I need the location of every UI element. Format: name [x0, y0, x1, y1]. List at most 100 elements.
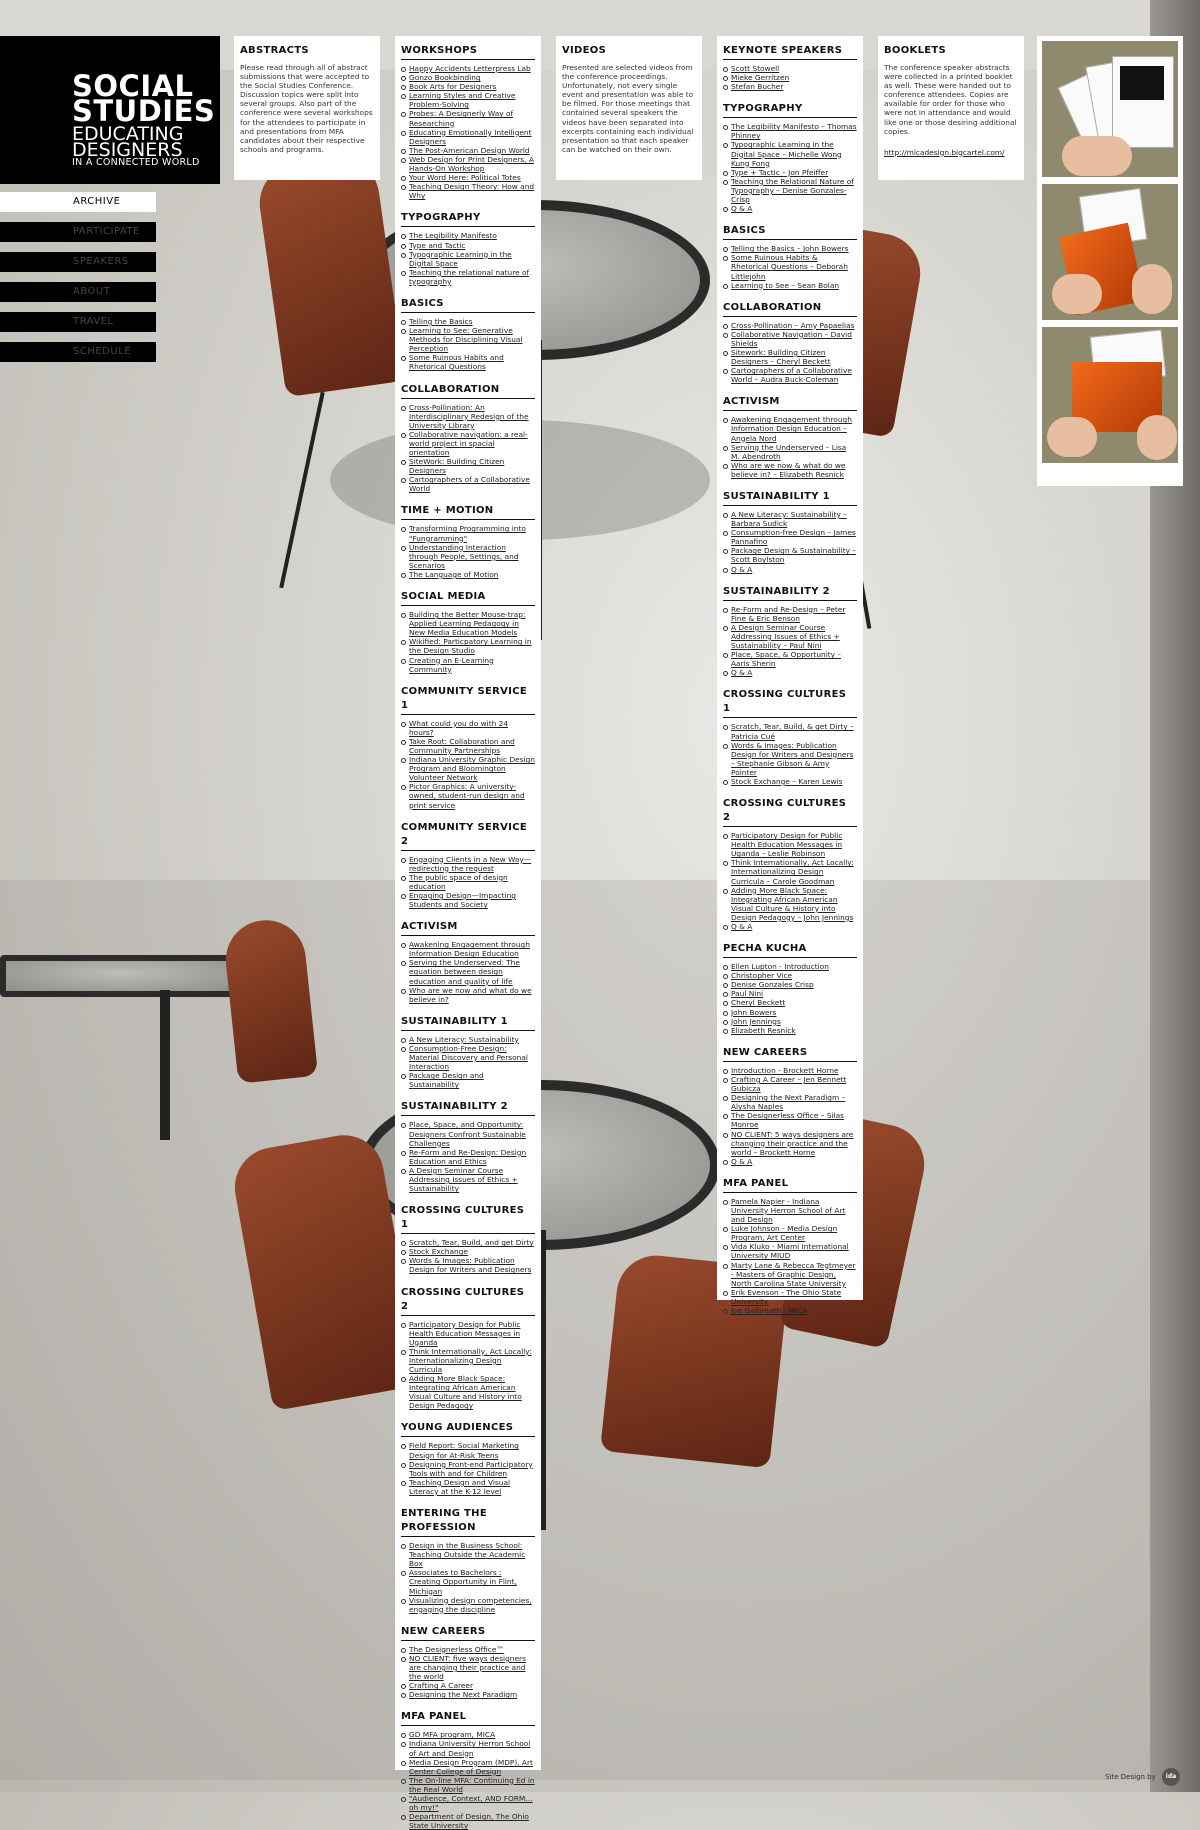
abstract-link[interactable]: Your Word Here: Political Totes [409, 173, 521, 182]
abstract-link[interactable]: Words & Images: Publication Design for W… [409, 1256, 531, 1274]
video-link[interactable]: Vida Kluko - Miami International Univers… [731, 1242, 849, 1260]
abstract-link[interactable]: The Designerless Office™ [409, 1645, 504, 1654]
abstract-link[interactable]: Collaborative navigation: a real-world p… [409, 430, 528, 457]
video-link[interactable]: Participatory Design for Public Health E… [731, 831, 842, 858]
abstract-link[interactable]: Web Design for Print Designers, A Hands-… [409, 155, 534, 173]
video-link[interactable]: Crafting A Career – Jen Bennett Gubicza [731, 1075, 846, 1093]
abstract-link[interactable]: Associates to Bachelors : Creating Oppor… [409, 1568, 517, 1595]
abstract-link[interactable]: SiteWork: Building Citizen Designers [409, 457, 504, 475]
abstract-link[interactable]: Think Internationally, Act Locally: Inte… [409, 1347, 532, 1374]
abstract-link[interactable]: Learning Styles and Creative Problem-Sol… [409, 91, 515, 109]
nav-item-archive[interactable]: ARCHIVE [0, 192, 156, 212]
video-link[interactable]: Q & A [731, 565, 752, 574]
video-link[interactable]: NO CLIENT: 5 ways designers are changing… [731, 1130, 853, 1157]
video-link[interactable]: Q & A [731, 1157, 752, 1166]
video-link[interactable]: Q & A [731, 668, 752, 677]
abstract-link[interactable]: Serving the Underserved: The equation be… [409, 958, 520, 985]
abstract-link[interactable]: Who are we now and what do we believe in… [409, 986, 532, 1004]
abstract-link[interactable]: The On-line MFA: Continuing Ed in the Re… [409, 1776, 535, 1794]
abstract-link[interactable]: Gonzo Bookbinding [409, 73, 481, 82]
video-link[interactable]: Who are we now & what do we believe in? … [731, 461, 845, 479]
abstract-link[interactable]: Telling the Basics [409, 317, 473, 326]
abstract-link[interactable]: Re-Form and Re-Design: Design Education … [409, 1148, 526, 1166]
video-link[interactable]: Pamela Napier - Indiana University Herro… [731, 1197, 845, 1224]
video-link[interactable]: Scott Stowell [731, 64, 779, 73]
abstract-link[interactable]: The Legibility Manifesto [409, 231, 497, 240]
abstract-link[interactable]: Place, Space, and Opportunity: Designers… [409, 1120, 526, 1147]
abstract-link[interactable]: Designing the Next Paradigm [409, 1690, 517, 1699]
video-link[interactable]: Marty Lane & Rebecca Tegtmeyer - Masters… [731, 1261, 856, 1288]
video-link[interactable]: Sitework: Building Citizen Designers – C… [731, 348, 831, 366]
nav-item-schedule[interactable]: SCHEDULE [0, 342, 156, 362]
abstract-link[interactable]: Participatory Design for Public Health E… [409, 1320, 520, 1347]
abstract-link[interactable]: GD MFA program, MICA [409, 1730, 495, 1739]
abstract-link[interactable]: Building the Better Mouse-trap: Applied … [409, 610, 525, 637]
abstract-link[interactable]: Awakening Engagement through Information… [409, 940, 530, 958]
video-link[interactable]: Scratch, Tear, Build, & get Dirty – Patr… [731, 722, 854, 740]
booklet-photo-2[interactable] [1042, 184, 1178, 320]
video-link[interactable]: Denise Gonzales Crisp [731, 980, 814, 989]
video-link[interactable]: Mieke Gerritzen [731, 73, 789, 82]
booklets-store-link[interactable]: http://micadesign.bigcartel.com/ [884, 148, 1005, 157]
abstract-link[interactable]: Understanding Interaction through People… [409, 543, 519, 570]
abstract-link[interactable]: Teaching Design Theory: How and Why [409, 182, 534, 200]
abstract-link[interactable]: Some Ruinous Habits and Rhetorical Quest… [409, 353, 504, 371]
abstract-link[interactable]: Engaging Design—Impacting Students and S… [409, 891, 516, 909]
video-link[interactable]: Q & A [731, 922, 752, 931]
video-link[interactable]: Think Internationally, Act Locally: Inte… [731, 858, 854, 885]
video-link[interactable]: Adding More Black Space: Integrating Afr… [731, 886, 853, 922]
booklet-photo-3[interactable] [1042, 327, 1178, 463]
video-link[interactable]: Package Design & Sustainability – Scott … [731, 546, 856, 564]
video-link[interactable]: Paul Nini [731, 989, 763, 998]
abstract-link[interactable]: Pictor Graphics: A university-owned, stu… [409, 782, 525, 809]
abstract-link[interactable]: The Language of Motion [409, 570, 498, 579]
video-link[interactable]: A New Literacy: Sustainability – Barbara… [731, 510, 847, 528]
nav-item-participate[interactable]: PARTICIPATE [0, 222, 156, 242]
video-link[interactable]: Type + Tactic – Jon Pfeiffer [731, 168, 828, 177]
video-link[interactable]: Designing the Next Paradigm – Alysha Nap… [731, 1093, 845, 1111]
abstract-link[interactable]: Wikified: Particpatory Learning in the D… [409, 637, 532, 655]
video-link[interactable]: Typographic Learning in the Digital Spac… [731, 140, 842, 167]
abstract-link[interactable]: Visualizing design competencies, engagin… [409, 1596, 532, 1614]
video-link[interactable]: Re-Form and Re-Design – Peter Fine & Eri… [731, 605, 845, 623]
video-link[interactable]: Introduction - Brockett Horne [731, 1066, 839, 1075]
video-link[interactable]: John Bowers [731, 1008, 777, 1017]
video-link[interactable]: Teaching the Relational Nature of Typogr… [731, 177, 854, 204]
video-link[interactable]: John Jennings [731, 1017, 781, 1026]
video-link[interactable]: Ellen Lupton - Introduction [731, 962, 829, 971]
abstract-link[interactable]: Probes: A Designerly Way of Researching [409, 109, 513, 127]
abstract-link[interactable]: Take Root: Collaboration and Community P… [409, 737, 515, 755]
video-link[interactable]: Collaborative Navigation – David Shields [731, 330, 852, 348]
abstract-link[interactable]: A Design Seminar Course Addressing Issue… [409, 1166, 518, 1193]
nav-item-about[interactable]: ABOUT [0, 282, 156, 302]
video-link[interactable]: Stock Exchange – Karen Lewis [731, 777, 843, 786]
abstract-link[interactable]: The public space of design education [409, 873, 508, 891]
abstract-link[interactable]: Field Report: Social Marketing Design fo… [409, 1441, 519, 1459]
nav-item-travel[interactable]: TRAVEL [0, 312, 156, 332]
abstract-link[interactable]: Designing Front-end Participatory Tools … [409, 1460, 533, 1478]
video-link[interactable]: Q & A [731, 204, 752, 213]
video-link[interactable]: Christopher Vice [731, 971, 792, 980]
video-link[interactable]: Elizabeth Resnick [731, 1026, 796, 1035]
video-link[interactable]: Consumption-free Design – James Pannafin… [731, 528, 856, 546]
abstract-link[interactable]: Educating Emotionally Intelligent Design… [409, 128, 532, 146]
video-link[interactable]: Cheryl Beckett [731, 998, 785, 1007]
abstract-link[interactable]: Consumption-Free Design: Material Discov… [409, 1044, 528, 1071]
nav-item-speakers[interactable]: SPEAKERS [0, 252, 156, 272]
video-link[interactable]: The Legibility Manifesto – Thomas Phinne… [731, 122, 857, 140]
abstract-link[interactable]: Engaging Clients in a New Way—redirectin… [409, 855, 531, 873]
abstract-link[interactable]: Design in the Business School: Teaching … [409, 1541, 525, 1568]
video-link[interactable]: Cross-Pollination – Amy Papaelias [731, 321, 854, 330]
abstract-link[interactable]: Cross-Pollination: An Interdisciplinary … [409, 403, 529, 430]
abstract-link[interactable]: "Audience, Context, AND FORM… oh my!" [409, 1794, 533, 1812]
video-link[interactable]: Luke Johnson - Media Design Program, Art… [731, 1224, 837, 1242]
video-link[interactable]: Stefan Bucher [731, 82, 783, 91]
abstract-link[interactable]: NO CLIENT: five ways designers are chang… [409, 1654, 526, 1681]
abstract-link[interactable]: Creating an E-Learning Community [409, 656, 494, 674]
abstract-link[interactable]: Typographic Learning in the Digital Spac… [409, 250, 512, 268]
site-credit[interactable]: Site Design by ida [1105, 1768, 1180, 1786]
abstract-link[interactable]: Happy Accidents Letterpress Lab [409, 64, 531, 73]
booklet-photo-1[interactable] [1042, 41, 1178, 177]
video-link[interactable]: Telling the Basics – John Bowers [731, 244, 848, 253]
video-link[interactable]: The Designerless Office – Silas Monroe [731, 1111, 844, 1129]
